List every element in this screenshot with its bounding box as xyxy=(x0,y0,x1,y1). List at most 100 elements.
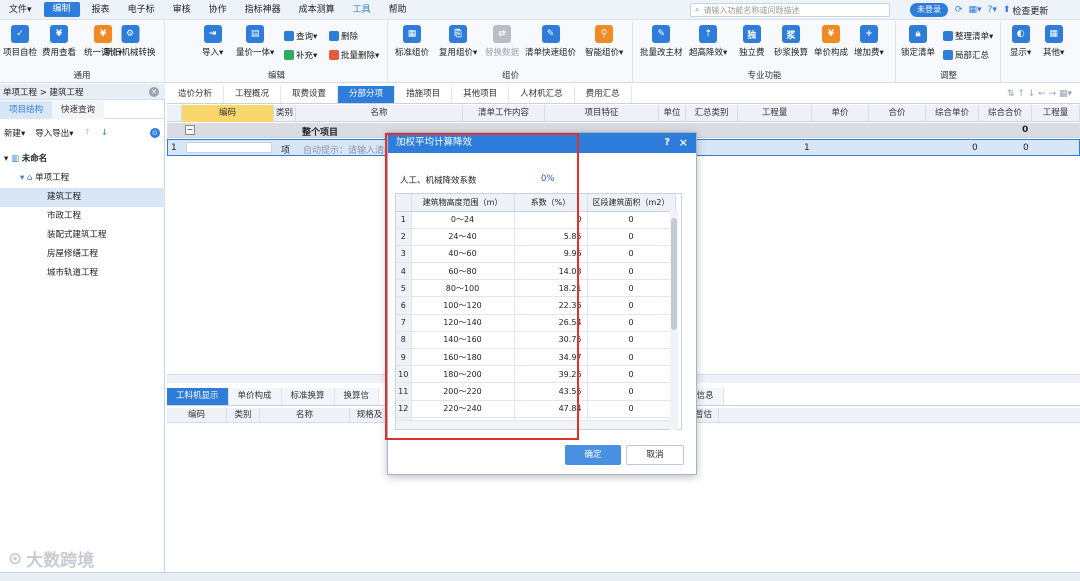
table-row[interactable]: 12 220～240 47.84 0 xyxy=(396,400,676,418)
tab-other-items[interactable]: 其他项目 xyxy=(452,86,510,103)
batch-delete-button[interactable]: 批量删除▾ xyxy=(329,49,379,61)
tab-unit-price-comp[interactable]: 单价构成 xyxy=(228,388,282,405)
import-export-button[interactable]: 导入导出▾ xyxy=(35,127,73,139)
tab-measures[interactable]: 措施项目 xyxy=(395,86,453,103)
table-row[interactable]: 8 140～160 30.75 0 xyxy=(396,331,676,350)
tab-cost-analysis[interactable]: 造价分析 xyxy=(167,86,225,103)
tab-fee-settings[interactable]: 取费设置 xyxy=(281,86,339,103)
import-button[interactable]: ⇥ 导入▾ xyxy=(202,25,223,58)
tab-overview[interactable]: 工程概况 xyxy=(224,86,282,103)
independent-fee-button[interactable]: 独独立费 xyxy=(739,25,765,58)
refresh-icon[interactable]: ⟳ xyxy=(955,5,963,15)
std-compose-button[interactable]: ▦ 标准组价 xyxy=(395,25,429,58)
table-row[interactable]: 3 40～60 9.96 0 xyxy=(396,245,676,264)
batch-material-button[interactable]: ✎ 批量改主材 xyxy=(640,25,683,58)
tab-convert-info[interactable]: 换算信 xyxy=(334,388,380,405)
down-arrow-icon[interactable]: ↓ xyxy=(101,128,108,138)
locate-icon[interactable]: ⊙ xyxy=(149,128,160,138)
menu-etender[interactable]: 电子标 xyxy=(119,0,164,20)
tidy-list-button[interactable]: 整理清单▾ xyxy=(943,30,993,42)
help-icon[interactable]: ?▾ xyxy=(988,5,997,15)
fee-view-button[interactable]: ¥ 费用查看 xyxy=(42,25,76,58)
display-button[interactable]: ◐ 显示▾ xyxy=(1010,25,1031,58)
menu-cost-calc[interactable]: 成本测算 xyxy=(290,0,344,20)
menu-file[interactable]: 文件▾ xyxy=(0,0,41,20)
tree-node-metro[interactable]: 城市轨道工程 xyxy=(0,264,165,283)
grid-col-qty[interactable]: 工程量 xyxy=(738,105,812,122)
scrollbar-thumb[interactable] xyxy=(671,218,677,330)
table-row[interactable]: 11 200～220 43.55 0 xyxy=(396,382,676,401)
menu-report[interactable]: 报表 xyxy=(83,0,119,20)
grid-col-comp-price[interactable]: 综合单价 xyxy=(926,105,979,122)
table-row[interactable]: 5 80～100 18.21 0 xyxy=(396,279,676,298)
help-icon[interactable]: ? xyxy=(664,133,670,153)
close-icon[interactable]: × xyxy=(679,133,688,153)
cell-area[interactable]: 0 xyxy=(587,348,676,367)
unit-price-comp-button[interactable]: ¥ 单价构成 xyxy=(814,25,848,58)
menu-help[interactable]: 帮助 xyxy=(380,0,416,20)
up-arrow-icon[interactable]: ↑ xyxy=(84,128,91,138)
cell-area[interactable]: 0 xyxy=(587,331,676,350)
grid-col-code[interactable]: 编码 xyxy=(182,105,274,122)
cell-area[interactable]: 0 xyxy=(587,262,676,281)
supplement-button[interactable]: 补充▾ xyxy=(284,49,317,61)
grid-col-price[interactable]: 单价 xyxy=(812,105,869,122)
machine-convert-button[interactable]: ⚙ 新旧机械转换 xyxy=(104,25,156,58)
other-button[interactable]: ▦ 其他▾ xyxy=(1043,25,1064,58)
tree-node-repair[interactable]: 房屋修缮工程 xyxy=(0,245,165,264)
quantity-price-button[interactable]: ▤ 量价一体▾ xyxy=(236,25,274,58)
project-check-button[interactable]: ✓ 项目自检 xyxy=(3,25,37,58)
cell-area[interactable]: 0 xyxy=(587,228,676,246)
grid-col-category[interactable]: 汇总类别 xyxy=(686,105,738,122)
login-button[interactable]: 未登录 xyxy=(910,3,948,17)
tab-std-convert[interactable]: 标准换算 xyxy=(281,388,335,405)
code-input[interactable] xyxy=(186,142,272,153)
tree-node-root[interactable]: ▾ ▥ 未命名 xyxy=(0,150,165,169)
grid-col-type[interactable]: 类别 xyxy=(274,105,296,122)
add-fee-button[interactable]: + 增加费▾ xyxy=(854,25,884,58)
cell-area[interactable]: 0 xyxy=(587,211,676,229)
tree-node-single[interactable]: ▾ ⌂ 单项工程 xyxy=(0,169,165,188)
local-summary-button[interactable]: 局部汇总 xyxy=(943,49,989,61)
cell-area[interactable]: 0 xyxy=(587,400,676,418)
nav-arrows-icon[interactable]: ⇅ ↑ ↓ ← → ▦▾ xyxy=(1007,86,1072,103)
table-row[interactable]: 2 24～40 5.85 0 xyxy=(396,228,676,246)
collapse-icon[interactable]: − xyxy=(185,125,195,135)
replace-data-button[interactable]: ⇄ 替换数据 xyxy=(485,25,519,58)
grid-col-amount[interactable]: 合价 xyxy=(869,105,926,122)
tab-project-structure[interactable]: 项目结构 xyxy=(0,101,52,119)
quick-compose-button[interactable]: ✎ 清单快速组价 xyxy=(525,25,576,58)
cell-area[interactable]: 0 xyxy=(587,279,676,298)
collapse-icon[interactable]: ▾ xyxy=(4,154,11,164)
check-update-button[interactable]: ⬆ 检查更新 xyxy=(1003,4,1049,17)
cell-area[interactable]: 0 xyxy=(587,382,676,401)
menu-index[interactable]: 指标神器 xyxy=(236,0,290,20)
cell-area[interactable]: 0 xyxy=(587,245,676,264)
menu-tools[interactable]: 工具 xyxy=(344,0,380,20)
menu-review[interactable]: 审核 xyxy=(164,0,200,20)
lock-list-button[interactable]: 🔒︎ 锁定清单 xyxy=(901,25,935,58)
tree-node-building[interactable]: 建筑工程 xyxy=(0,188,165,207)
menu-collab[interactable]: 协作 xyxy=(200,0,236,20)
cancel-button[interactable]: 取消 xyxy=(626,445,684,465)
cell-area[interactable]: 0 xyxy=(587,365,676,384)
tab-sections[interactable]: 分部分项 xyxy=(338,86,396,103)
close-icon[interactable]: ✕ xyxy=(149,87,159,97)
cell-area[interactable]: 0 xyxy=(587,314,676,332)
grid-icon[interactable]: ▦▾ xyxy=(969,5,982,15)
grid-col-unit[interactable]: 单位 xyxy=(659,105,686,122)
collapse-icon[interactable]: ▾ xyxy=(20,173,27,183)
table-row[interactable]: 7 120～140 26.54 0 xyxy=(396,314,676,332)
reuse-compose-button[interactable]: ⎘ 复用组价▾ xyxy=(439,25,477,58)
grid-col-comp-amount[interactable]: 综合合价 xyxy=(979,105,1032,122)
tab-quick-query[interactable]: 快速查询 xyxy=(52,101,104,119)
grid-col-name[interactable]: 名称 xyxy=(296,105,463,122)
grid-col-work[interactable]: 清单工作内容 xyxy=(463,105,545,122)
table-horizontal-scrollbar[interactable] xyxy=(396,420,670,429)
new-button[interactable]: 新建▾ xyxy=(4,127,25,139)
table-row[interactable]: 10 180～200 39.26 0 xyxy=(396,365,676,384)
menu-edit[interactable]: 编制 xyxy=(43,2,80,17)
tree-node-prefab[interactable]: 装配式建筑工程 xyxy=(0,226,165,245)
mortar-convert-button[interactable]: 浆砂浆换算 xyxy=(774,25,808,58)
table-row[interactable]: 4 60～80 14.08 0 xyxy=(396,262,676,281)
